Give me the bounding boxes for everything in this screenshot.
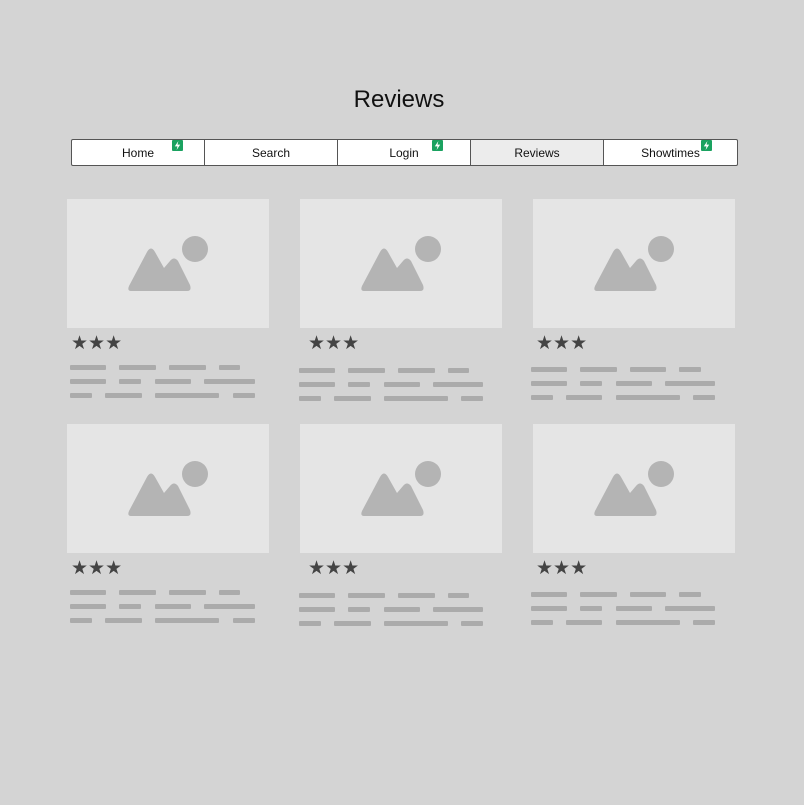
tab-showtimes[interactable]: Showtimes: [604, 140, 737, 165]
star-rating: ★★★: [308, 334, 359, 353]
image-placeholder-icon: [594, 236, 674, 291]
tab-search[interactable]: Search: [205, 140, 338, 165]
image-placeholder: [67, 424, 269, 553]
star-rating: ★★★: [308, 559, 359, 578]
tab-reviews-label: Reviews: [514, 145, 560, 160]
star-rating: ★★★: [71, 334, 122, 353]
tab-login[interactable]: Login: [338, 140, 471, 165]
image-placeholder-icon: [594, 461, 674, 516]
image-placeholder: [67, 199, 269, 328]
tab-search-label: Search: [251, 145, 291, 160]
tab-showtimes-label: Showtimes: [641, 145, 700, 160]
image-placeholder: [533, 424, 735, 553]
star-rating: ★★★: [71, 559, 122, 578]
image-placeholder: [300, 199, 502, 328]
image-placeholder: [300, 424, 502, 553]
tab-home[interactable]: Home: [72, 140, 205, 165]
star-rating-text: ★★★: [71, 557, 123, 579]
image-placeholder: [533, 199, 735, 328]
tab-reviews[interactable]: Reviews: [471, 140, 604, 165]
star-rating-text: ★★★: [536, 332, 588, 354]
tab-login-label: Login: [389, 145, 419, 160]
star-rating-text: ★★★: [308, 557, 360, 579]
lightning-badge-icon: [701, 140, 712, 151]
tab-home-label: Home: [121, 145, 154, 160]
image-placeholder-icon: [128, 461, 208, 516]
star-rating-text: ★★★: [308, 332, 360, 354]
star-rating: ★★★: [536, 334, 587, 353]
image-placeholder-icon: [128, 236, 208, 291]
lightning-badge-icon: [432, 140, 443, 151]
star-rating-text: ★★★: [71, 332, 123, 354]
star-rating-text: ★★★: [536, 557, 588, 579]
lightning-badge-icon: [172, 140, 183, 151]
image-placeholder-icon: [361, 236, 441, 291]
nav-bar: Home Search Login Reviews Showtimes: [71, 139, 738, 166]
star-rating: ★★★: [536, 559, 587, 578]
image-placeholder-icon: [361, 461, 441, 516]
page-title: Reviews: [353, 86, 445, 113]
